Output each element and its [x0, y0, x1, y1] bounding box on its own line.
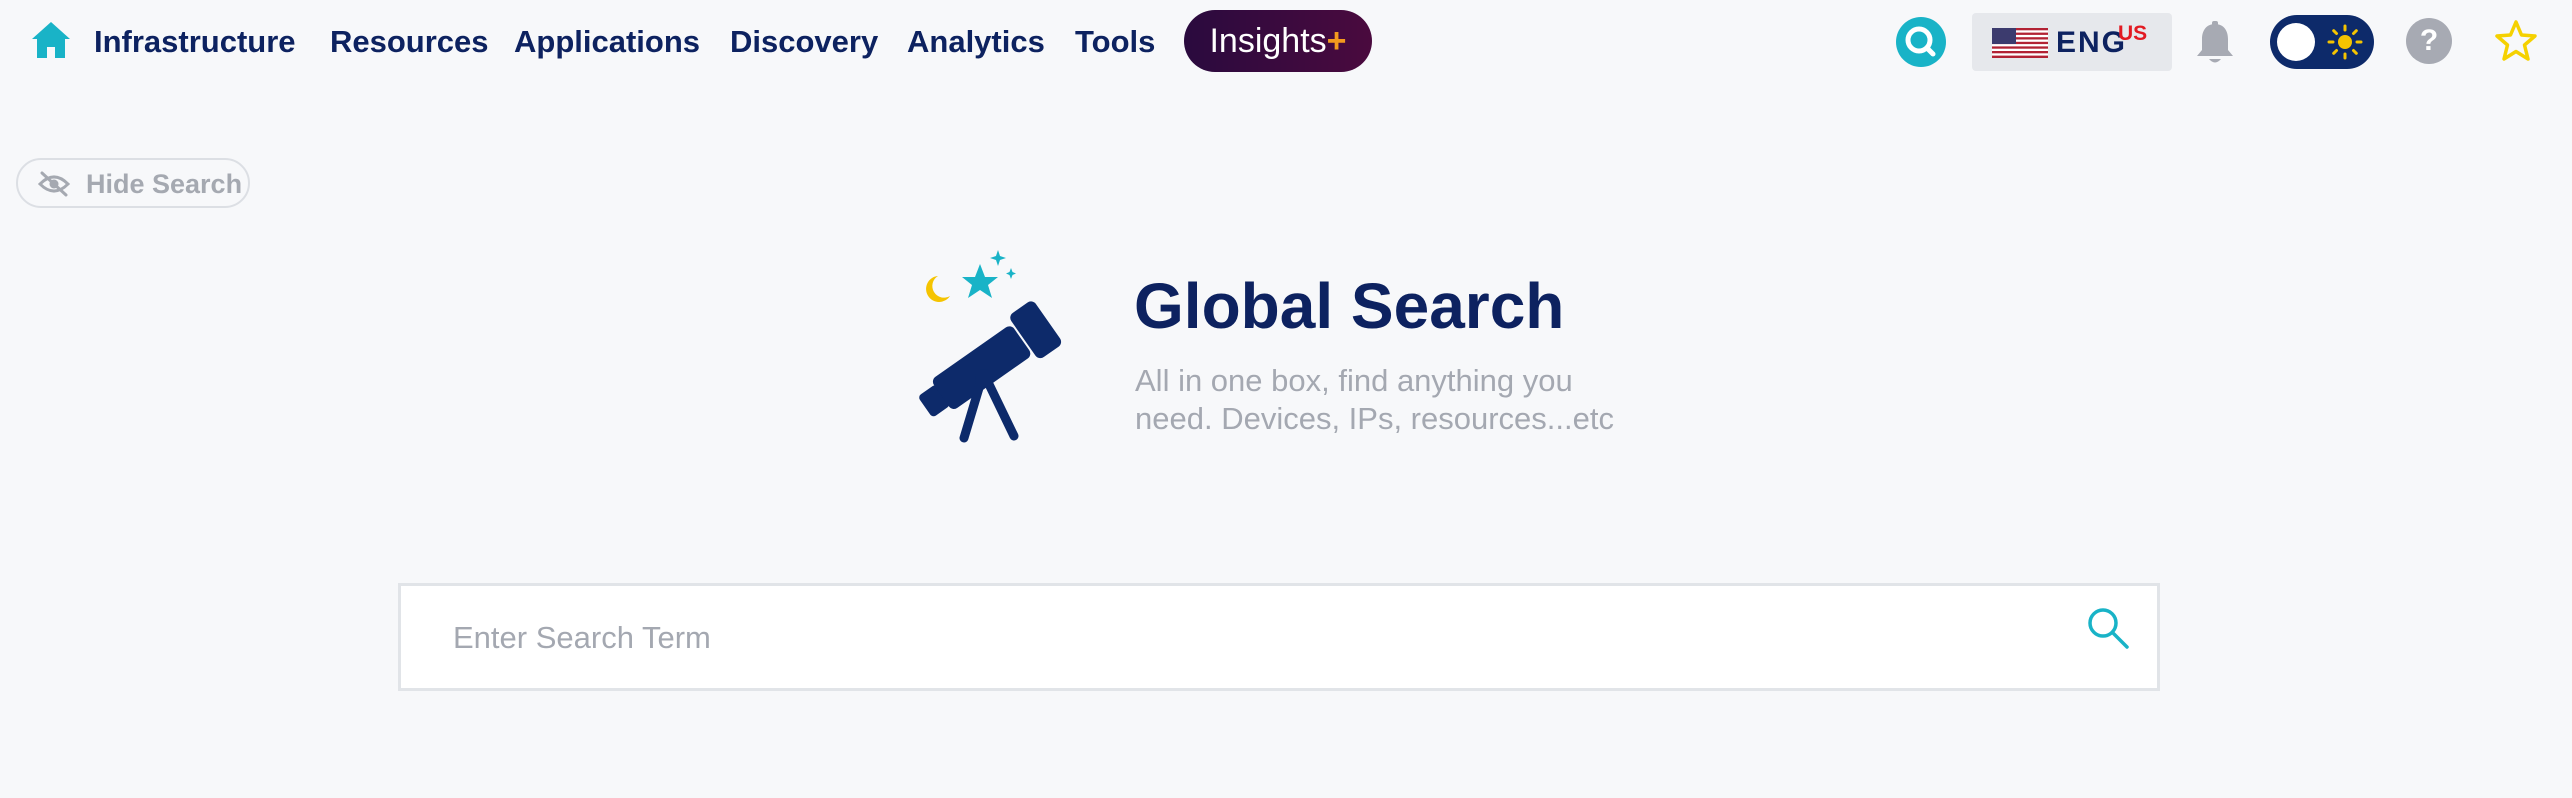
nav-item-tools[interactable]: Tools	[1075, 22, 1155, 62]
telescope-icon	[919, 250, 1062, 443]
theme-toggle-knob	[2277, 23, 2315, 61]
language-selector[interactable]: ENG US	[1972, 13, 2172, 71]
nav-item-discovery[interactable]: Discovery	[730, 22, 878, 62]
language-region: US	[2118, 22, 2148, 45]
nav-item-applications[interactable]: Applications	[514, 22, 700, 62]
search-input[interactable]	[451, 612, 2011, 664]
insights-label: Insights	[1209, 22, 1327, 60]
bell-icon[interactable]	[2192, 20, 2238, 68]
language-code: ENG	[2056, 26, 2128, 59]
us-flag-icon	[1992, 28, 2048, 58]
nav-item-infrastructure[interactable]: Infrastructure	[94, 22, 296, 62]
nav-item-analytics[interactable]: Analytics	[907, 22, 1045, 62]
search-icon	[1905, 26, 1936, 57]
star-icon[interactable]	[2494, 19, 2538, 63]
hide-search-label: Hide Search	[86, 169, 243, 199]
sun-icon	[2327, 24, 2363, 60]
help-icon[interactable]: ?	[2406, 18, 2452, 64]
search-box	[398, 583, 2160, 691]
insights-plus: +	[1326, 22, 1347, 60]
page-title: Global Search	[1134, 270, 1565, 342]
insights-button[interactable]: Insights+	[1184, 10, 1372, 72]
theme-toggle[interactable]	[2270, 15, 2374, 69]
eye-slash-icon	[38, 171, 70, 197]
hide-search-button[interactable]: Hide Search	[16, 158, 250, 208]
top-navigation: Infrastructure Resources Applications Di…	[0, 0, 2572, 84]
home-icon[interactable]	[30, 20, 72, 60]
global-search-button[interactable]	[1896, 17, 1946, 67]
page-subtitle: All in one box, find anything you need. …	[1135, 363, 1614, 436]
nav-item-resources[interactable]: Resources	[330, 22, 489, 62]
search-submit-icon[interactable]	[2084, 604, 2132, 652]
